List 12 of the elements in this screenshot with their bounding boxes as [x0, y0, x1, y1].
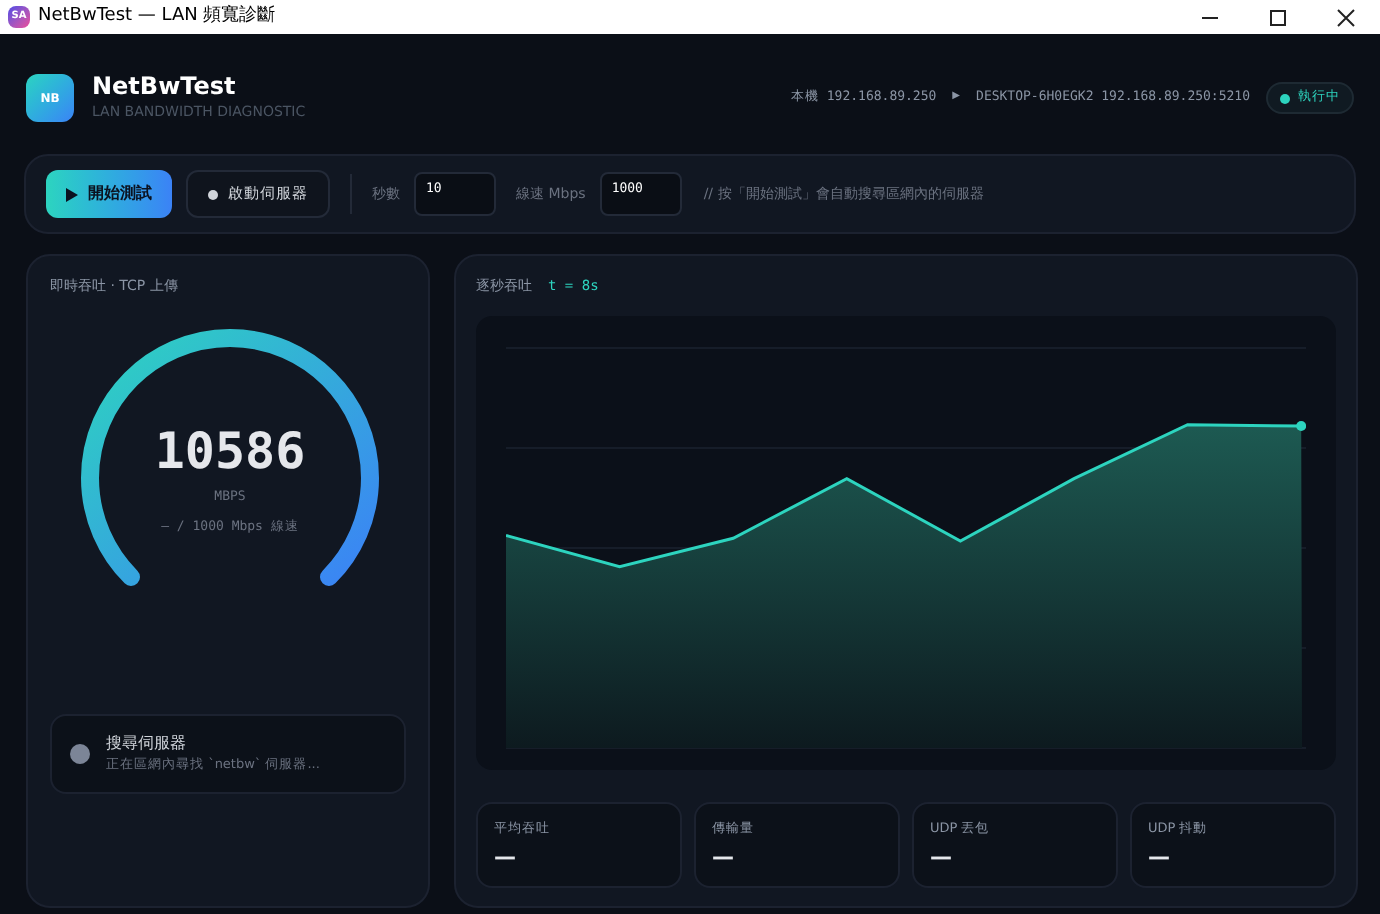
throughput-value: 10586	[154, 425, 306, 475]
start-test-button[interactable]: 開始測試	[46, 170, 172, 218]
server-status-title: 搜尋伺服器	[106, 731, 188, 756]
stat-value: —	[930, 842, 954, 875]
window-title: NetBwTest — LAN 頻寬診斷	[38, 3, 276, 30]
stat-value: —	[494, 842, 518, 875]
app-title: NetBwTest	[92, 72, 238, 103]
stat-value: —	[1148, 842, 1172, 875]
close-icon[interactable]	[1336, 7, 1356, 27]
stat-value: —	[712, 842, 736, 875]
maximize-icon[interactable]	[1268, 7, 1288, 27]
play-icon	[66, 187, 78, 201]
